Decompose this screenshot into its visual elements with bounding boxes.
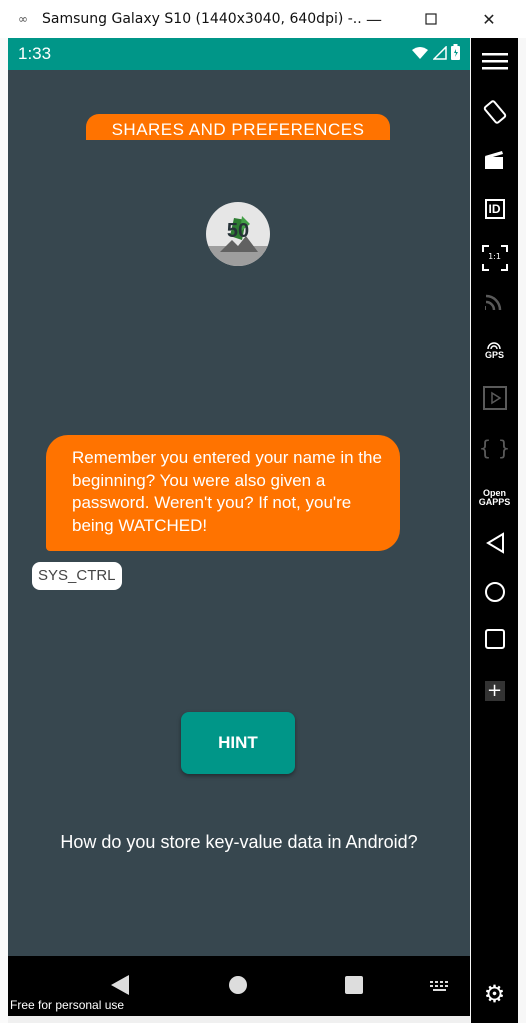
badge-number: 50: [226, 220, 250, 242]
window-titlebar: ∞ Samsung Galaxy S10 (1440x3040, 640dpi)…: [0, 0, 526, 39]
maximize-button[interactable]: [402, 0, 460, 38]
minimize-icon: —: [366, 9, 382, 29]
fit-1to1-icon: 1:1: [481, 245, 508, 271]
close-icon: ✕: [482, 9, 496, 29]
menu-icon: [481, 51, 508, 75]
toolbar-home-button[interactable]: [471, 574, 518, 614]
phone-screen: 1:33 SHARES AND PREFERENCES 50 Remember …: [8, 38, 470, 1016]
close-button[interactable]: ✕: [460, 0, 518, 38]
rotate-button[interactable]: [471, 94, 518, 134]
maximize-icon: [425, 10, 437, 29]
screen-record-icon: [484, 150, 506, 174]
emulator-toolbar: ID 1:1 GPS { } Open GAPPS + ⚙: [471, 38, 518, 1023]
developer-icon: { }: [478, 436, 511, 460]
home-icon[interactable]: [229, 976, 247, 994]
add-button[interactable]: +: [471, 671, 518, 711]
back-icon: [485, 532, 505, 558]
recents-icon: [484, 628, 506, 654]
menu-button[interactable]: [471, 43, 518, 83]
signal-icon: [432, 44, 447, 64]
message-text: Remember you entered your name in the be…: [72, 448, 382, 535]
add-icon: +: [484, 681, 505, 701]
watermark-text: Free for personal use: [10, 998, 125, 1012]
question-text: How do you store key-value data in Andro…: [60, 832, 418, 852]
screen-record-button[interactable]: [471, 142, 518, 182]
fit-1to1-label: 1:1: [488, 252, 501, 261]
keyboard-icon[interactable]: [430, 978, 450, 997]
level-badge: 50: [206, 202, 270, 266]
status-time: 1:33: [18, 44, 52, 63]
device-id-icon: ID: [484, 199, 505, 219]
battery-icon: [451, 44, 460, 64]
back-icon[interactable]: [110, 974, 130, 1000]
opengapps-icon: Open GAPPS: [478, 488, 511, 507]
status-icons: [411, 44, 460, 64]
toolbar-recents-button[interactable]: [471, 621, 518, 661]
message-bubble: Remember you entered your name in the be…: [46, 435, 400, 551]
home-icon: [484, 581, 506, 607]
media-icon: [482, 386, 507, 414]
gps-icon: GPS: [485, 342, 504, 360]
gps-button[interactable]: GPS: [471, 331, 518, 371]
page-title: SHARES AND PREFERENCES: [86, 114, 390, 140]
recents-icon[interactable]: [345, 976, 363, 994]
cast-button[interactable]: [471, 283, 518, 323]
opengapps-button[interactable]: Open GAPPS: [471, 478, 518, 518]
toolbar-back-button[interactable]: [471, 525, 518, 565]
host-window-edge: [0, 38, 8, 1023]
device-id-button[interactable]: ID: [471, 189, 518, 229]
sender-label: SYS_CTRL: [32, 562, 122, 590]
settings-button[interactable]: ⚙: [471, 974, 518, 1014]
app-icon: ∞: [18, 12, 28, 26]
cast-icon: [483, 291, 505, 315]
developer-button[interactable]: { }: [471, 428, 518, 468]
hint-button[interactable]: HINT: [181, 712, 295, 774]
gps-label: GPS: [484, 350, 504, 360]
fit-1to1-button[interactable]: 1:1: [471, 238, 518, 278]
rotate-icon: [483, 100, 507, 128]
settings-icon: ⚙: [483, 980, 506, 1008]
wifi-icon: [411, 45, 429, 64]
status-bar: 1:33: [8, 38, 470, 70]
window-title: Samsung Galaxy S10 (1440x3040, 640dpi) -…: [42, 11, 362, 27]
media-button[interactable]: [471, 380, 518, 420]
minimize-button[interactable]: —: [345, 0, 403, 38]
